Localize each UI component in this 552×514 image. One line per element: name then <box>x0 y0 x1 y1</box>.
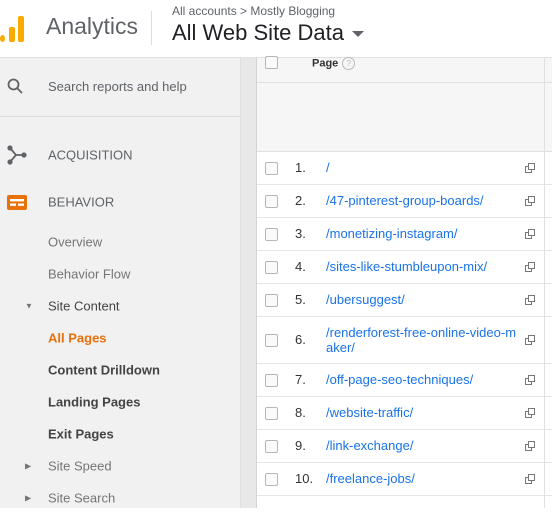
page-link[interactable]: /monetizing-instagram/ <box>326 226 522 241</box>
sidebar-item-label: ACQUISITION <box>48 147 133 163</box>
row-checkbox[interactable] <box>265 162 278 175</box>
caret-down-icon <box>352 31 365 38</box>
sidebar-item-label: All Pages <box>48 330 107 346</box>
open-external-icon[interactable] <box>525 163 535 173</box>
search-input[interactable]: Search reports and help <box>48 79 187 94</box>
table-row[interactable]: 10. /freelance-jobs/ <box>257 463 552 496</box>
row-checkbox[interactable] <box>265 261 278 274</box>
sidebar-item-label: Site Search <box>48 490 116 506</box>
select-all-checkbox[interactable] <box>265 56 278 69</box>
sidebar-item-landing-pages[interactable]: Landing Pages <box>0 386 240 418</box>
sidebar-item-label: Overview <box>48 234 103 250</box>
page-link[interactable]: /website-traffic/ <box>326 405 522 420</box>
page-link[interactable]: /renderforest-free-online-video-maker/ <box>326 325 522 355</box>
sidebar-item-exit-pages[interactable]: Exit Pages <box>0 418 240 450</box>
row-rank: 6. <box>295 332 306 347</box>
sidebar-item-overview[interactable]: Overview <box>0 226 240 258</box>
row-rank: 1. <box>295 160 306 175</box>
app-name: Analytics <box>46 13 139 39</box>
collapsed-triangle-icon: ▶ <box>25 461 32 471</box>
row-rank: 5. <box>295 292 306 307</box>
row-checkbox[interactable] <box>265 228 278 241</box>
column-header-page[interactable]: Page? <box>312 57 356 70</box>
row-rank: 3. <box>295 226 306 241</box>
sidebar-item-site-search[interactable]: ▶ Site Search <box>0 482 240 514</box>
sidebar-item-label: Exit Pages <box>48 426 114 442</box>
page-link[interactable]: /off-page-seo-techniques/ <box>326 372 522 387</box>
table-row[interactable]: 2. /47-pinterest-group-boards/ <box>257 185 552 218</box>
sidebar-item-label: Site Content <box>48 298 120 314</box>
row-checkbox[interactable] <box>265 294 278 307</box>
page-link[interactable]: /47-pinterest-group-boards/ <box>326 193 522 208</box>
view-name: All Web Site Data <box>172 20 345 45</box>
row-rank: 4. <box>295 259 306 274</box>
sidebar-item-behavior-flow[interactable]: Behavior Flow <box>0 258 240 290</box>
open-external-icon[interactable] <box>525 441 535 451</box>
sidebar-item-acquisition[interactable]: ACQUISITION <box>0 139 240 171</box>
table-row[interactable]: 8. /website-traffic/ <box>257 397 552 430</box>
sidebar-item-label: BEHAVIOR <box>48 194 115 210</box>
sidebar-item-label: Site Speed <box>48 458 112 474</box>
table-row[interactable]: 7. /off-page-seo-techniques/ <box>257 364 552 397</box>
table-row[interactable]: 5. /ubersuggest/ <box>257 284 552 317</box>
breadcrumb[interactable]: All accounts > Mostly Blogging <box>172 4 335 18</box>
acquisition-icon <box>7 145 27 165</box>
sidebar-item-content-drilldown[interactable]: Content Drilldown <box>0 354 240 386</box>
app-header: Analytics All accounts > Mostly Blogging… <box>0 0 552 58</box>
collapsed-triangle-icon: ▶ <box>25 493 32 503</box>
open-external-icon[interactable] <box>525 408 535 418</box>
open-external-icon[interactable] <box>525 295 535 305</box>
table-header: Page? <box>257 56 552 152</box>
sidebar-item-label: Behavior Flow <box>48 266 131 282</box>
sidebar-item-label: Landing Pages <box>48 394 141 410</box>
sidebar-item-site-content[interactable]: ▼ Site Content <box>0 290 240 322</box>
row-checkbox[interactable] <box>265 195 278 208</box>
row-rank: 10. <box>295 471 314 486</box>
header-divider <box>151 11 152 45</box>
open-external-icon[interactable] <box>525 196 535 206</box>
column-header-label: Page <box>312 57 339 70</box>
table-row[interactable]: 4. /sites-like-stumbleupon-mix/ <box>257 251 552 284</box>
row-checkbox[interactable] <box>265 374 278 387</box>
row-rank: 7. <box>295 372 306 387</box>
column-divider <box>544 58 545 508</box>
pages-table: Page? 1. / 2. /47-pinterest-group-boards/3.… <box>257 56 552 508</box>
sidebar-item-label: Content Drilldown <box>48 362 160 378</box>
search-row[interactable]: Search reports and help <box>0 58 240 117</box>
expanded-triangle-icon: ▼ <box>25 301 33 311</box>
open-external-icon[interactable] <box>525 335 535 345</box>
table-row[interactable]: 3. /monetizing-instagram/ <box>257 218 552 251</box>
open-external-icon[interactable] <box>525 474 535 484</box>
row-checkbox[interactable] <box>265 407 278 420</box>
sidebar: Search reports and help ACQUISITION BEHA… <box>0 58 241 508</box>
sidebar-scrollbar[interactable] <box>241 58 257 508</box>
sidebar-item-all-pages[interactable]: All Pages <box>0 322 240 354</box>
open-external-icon[interactable] <box>525 229 535 239</box>
search-icon <box>7 78 23 94</box>
open-external-icon[interactable] <box>525 262 535 272</box>
row-rank: 9. <box>295 438 306 453</box>
page-link[interactable]: /ubersuggest/ <box>326 292 522 307</box>
row-checkbox[interactable] <box>265 473 278 486</box>
row-checkbox[interactable] <box>265 440 278 453</box>
header-divider <box>257 82 552 83</box>
row-rank: 8. <box>295 405 306 420</box>
table-row[interactable]: 1. / <box>257 152 552 185</box>
page-link[interactable]: /sites-like-stumbleupon-mix/ <box>326 259 522 274</box>
page-link[interactable]: /freelance-jobs/ <box>326 471 522 486</box>
row-rank: 2. <box>295 193 306 208</box>
table-row[interactable]: 6. /renderforest-free-online-video-maker/ <box>257 317 552 364</box>
table-row[interactable]: 9. /link-exchange/ <box>257 430 552 463</box>
analytics-logo[interactable] <box>0 16 28 42</box>
view-selector[interactable]: All Web Site Data <box>172 20 365 46</box>
page-link[interactable]: / <box>326 160 522 175</box>
row-checkbox[interactable] <box>265 334 278 347</box>
sidebar-item-behavior[interactable]: BEHAVIOR <box>0 186 240 218</box>
open-external-icon[interactable] <box>525 375 535 385</box>
behavior-icon <box>7 195 27 210</box>
help-icon[interactable]: ? <box>342 57 356 70</box>
sidebar-item-site-speed[interactable]: ▶ Site Speed <box>0 450 240 482</box>
page-link[interactable]: /link-exchange/ <box>326 438 522 453</box>
